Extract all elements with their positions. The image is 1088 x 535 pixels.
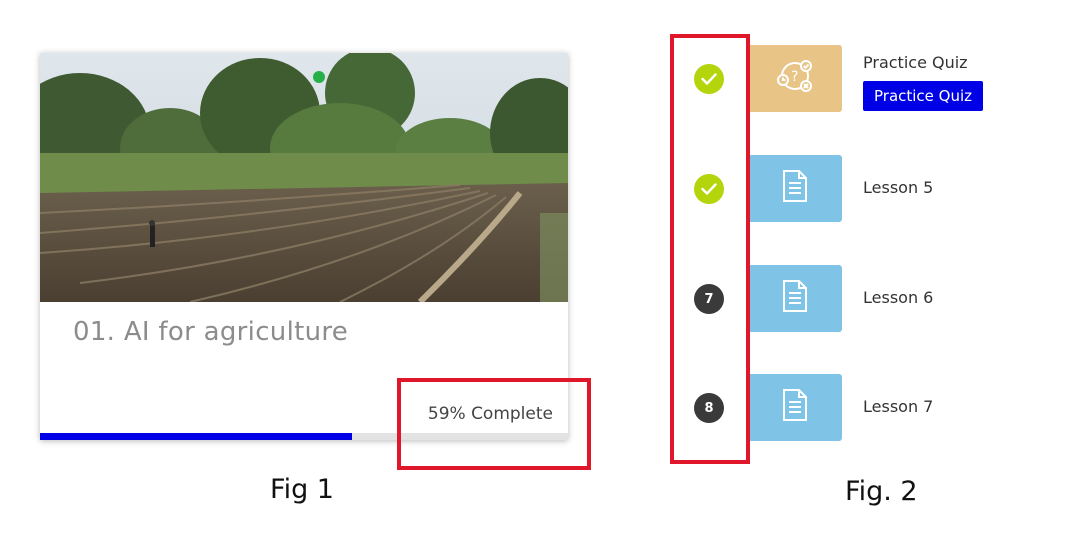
lesson-tile[interactable] [747, 265, 842, 332]
document-icon [782, 388, 808, 427]
list-item-title: Practice Quiz [863, 53, 968, 72]
document-icon [782, 279, 808, 318]
document-icon [782, 169, 808, 208]
lesson-tile[interactable] [747, 155, 842, 222]
course-hero-image [40, 53, 568, 302]
list-item-title: Lesson 5 [863, 178, 934, 197]
progress-bar-fill [40, 433, 352, 440]
list-item-title: Lesson 7 [863, 397, 934, 416]
figure-caption-1: Fig 1 [270, 474, 334, 505]
quiz-tile[interactable]: ? [747, 45, 842, 112]
svg-text:?: ? [791, 69, 798, 85]
highlight-box-status-column [670, 34, 750, 464]
highlight-box-progress [397, 378, 591, 470]
figure-caption-2: Fig. 2 [845, 476, 918, 507]
practice-quiz-button[interactable]: Practice Quiz [863, 81, 984, 111]
course-title: 01. AI for agriculture [73, 317, 349, 347]
lesson-tile[interactable] [747, 374, 842, 441]
list-item-title: Lesson 6 [863, 288, 934, 307]
quiz-icon: ? [773, 54, 817, 103]
